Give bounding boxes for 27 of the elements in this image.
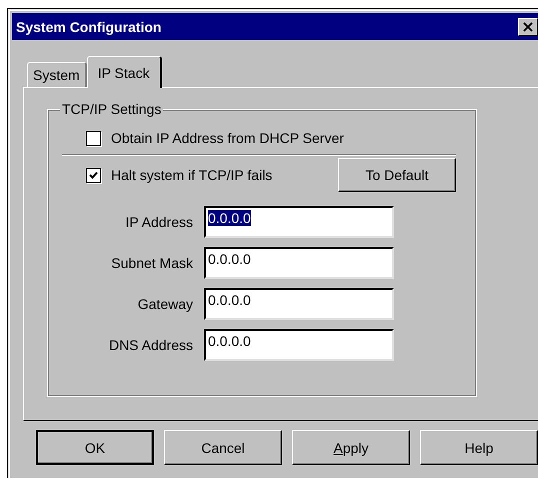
tab[interactable]: System <box>27 62 87 87</box>
input-field[interactable]: 0.0.0.0 <box>204 288 394 320</box>
close-button[interactable]: × <box>518 18 538 36</box>
dialog-button[interactable]: Apply <box>292 430 410 465</box>
checkbox-label: Halt system if TCP/IP fails <box>111 167 272 183</box>
dialog-button[interactable]: Help <box>420 430 538 465</box>
checkbox[interactable] <box>86 130 101 146</box>
field-value: 0.0.0.0 <box>208 251 251 267</box>
field-value: 0.0.0.0 <box>208 210 251 226</box>
field-label: DNS Address <box>108 337 193 353</box>
field-label: IP Address <box>124 214 193 230</box>
field-label: Gateway <box>136 296 193 312</box>
check-icon <box>89 170 98 180</box>
input-field[interactable]: 0.0.0.0 <box>204 329 394 361</box>
input-field[interactable]: 0.0.0.0 <box>204 247 394 279</box>
group-title: TCP/IP Settings <box>60 101 164 117</box>
dialog-button[interactable]: Cancel <box>164 430 282 465</box>
dialog-button[interactable]: OK <box>36 430 154 465</box>
checkbox[interactable] <box>86 168 101 182</box>
checkbox-label: Obtain IP Address from DHCP Server <box>111 130 344 146</box>
field-value: 0.0.0.0 <box>208 292 251 308</box>
input-field[interactable]: 0.0.0.0 <box>204 206 394 238</box>
window-title: System Configuration <box>16 18 162 34</box>
field-value: 0.0.0.0 <box>208 333 251 349</box>
field-label: Subnet Mask <box>110 255 193 271</box>
to-default-button[interactable]: To Default <box>338 158 456 192</box>
tab[interactable]: IP Stack <box>86 56 162 88</box>
